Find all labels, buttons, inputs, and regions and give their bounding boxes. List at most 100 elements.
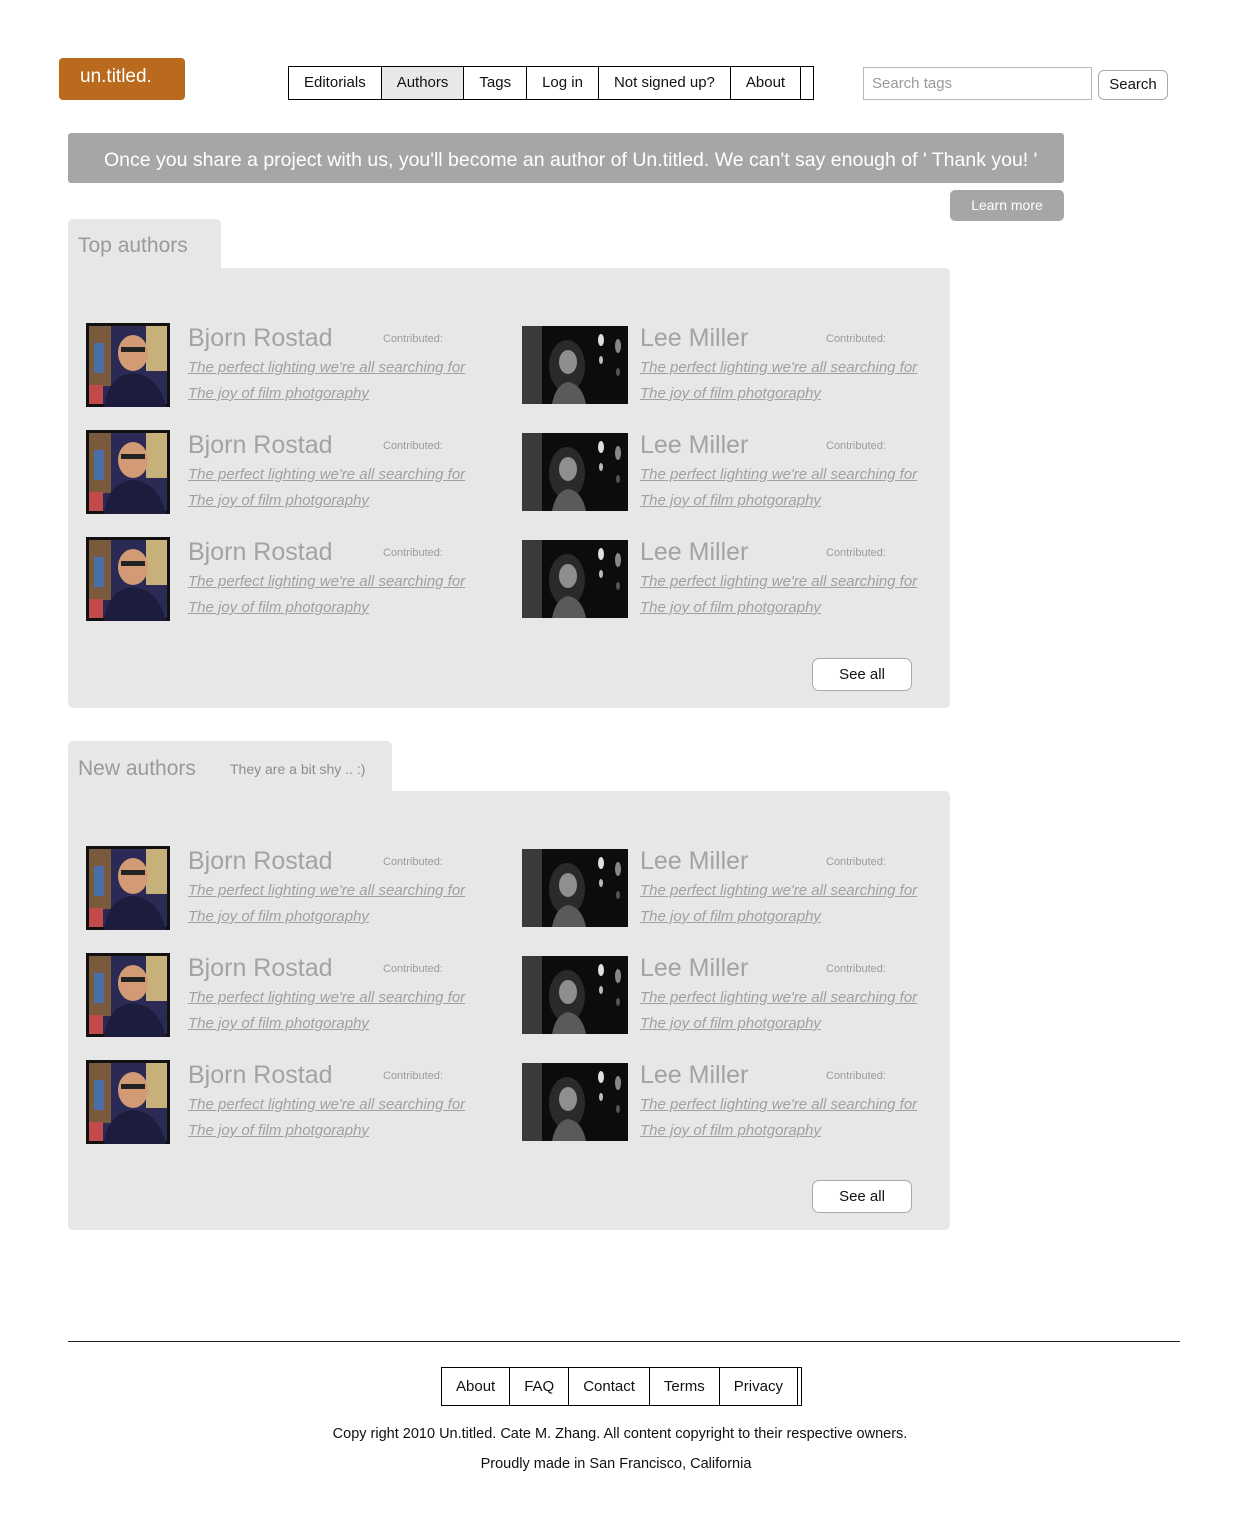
author-avatar[interactable]	[522, 540, 628, 618]
author-name[interactable]: Lee Miller	[640, 324, 748, 353]
author-card: Lee Miller Contributed: The perfect lighti…	[522, 1060, 942, 1150]
work-link[interactable]: The joy of film photgoraphy	[188, 385, 369, 402]
copyright-text: Copy right 2010 Un.titled. Cate M. Zhang…	[332, 1426, 908, 1442]
site-logo[interactable]: un.titled.	[59, 58, 185, 100]
footer-about-link[interactable]: About	[442, 1368, 511, 1405]
contributed-label: Contributed:	[383, 856, 443, 868]
author-name[interactable]: Bjorn Rostad	[188, 1061, 333, 1090]
work-link[interactable]: The perfect lighting we're all searching…	[640, 359, 917, 376]
author-card: Lee Miller Contributed: The perfect lighti…	[522, 323, 942, 413]
nav-about[interactable]: About	[731, 67, 802, 99]
contributed-label: Contributed:	[826, 856, 886, 868]
author-card: Bjorn Rostad Contributed: The perfect ligh…	[86, 1060, 506, 1150]
work-link[interactable]: The joy of film photgoraphy	[640, 1122, 821, 1139]
work-link[interactable]: The perfect lighting we're all searching…	[640, 1096, 917, 1113]
author-avatar[interactable]	[86, 846, 170, 930]
author-card: Lee Miller Contributed: The perfect lighti…	[522, 953, 942, 1043]
work-link[interactable]: The joy of film photgoraphy	[188, 492, 369, 509]
author-avatar[interactable]	[522, 326, 628, 404]
footer-terms-link[interactable]: Terms	[650, 1368, 720, 1405]
author-card: Bjorn Rostad Contributed: The perfect ligh…	[86, 846, 506, 936]
author-name[interactable]: Bjorn Rostad	[188, 324, 333, 353]
info-banner: Once you share a project with us, you'll…	[68, 133, 1064, 183]
author-name[interactable]: Bjorn Rostad	[188, 538, 333, 567]
author-card: Lee Miller Contributed: The perfect lighti…	[522, 846, 942, 936]
nav-log-in[interactable]: Log in	[527, 67, 599, 99]
author-avatar[interactable]	[522, 433, 628, 511]
work-link[interactable]: The perfect lighting we're all searching…	[188, 359, 465, 376]
author-avatar[interactable]	[522, 849, 628, 927]
contributed-label: Contributed:	[826, 547, 886, 559]
contributed-label: Contributed:	[383, 440, 443, 452]
banner-text: Once you share a project with us, you'll…	[104, 149, 1038, 171]
work-link[interactable]: The perfect lighting we're all searching…	[188, 882, 465, 899]
author-avatar[interactable]	[522, 1063, 628, 1141]
work-link[interactable]: The joy of film photgoraphy	[640, 599, 821, 616]
work-link[interactable]: The joy of film photgoraphy	[188, 1015, 369, 1032]
contributed-label: Contributed:	[383, 333, 443, 345]
contributed-label: Contributed:	[383, 547, 443, 559]
search-tags-input[interactable]	[863, 67, 1092, 100]
work-link[interactable]: The joy of film photgoraphy	[188, 1122, 369, 1139]
top-authors-panel: Bjorn Rostad Contributed: The perfect ligh…	[68, 268, 950, 708]
author-name[interactable]: Bjorn Rostad	[188, 847, 333, 876]
work-link[interactable]: The joy of film photgoraphy	[640, 492, 821, 509]
author-name[interactable]: Lee Miller	[640, 847, 748, 876]
work-link[interactable]: The perfect lighting we're all searching…	[640, 466, 917, 483]
footer-divider	[68, 1341, 1180, 1342]
work-link[interactable]: The joy of film photgoraphy	[640, 385, 821, 402]
work-link[interactable]: The joy of film photgoraphy	[640, 908, 821, 925]
top-authors-title: Top authors	[78, 234, 188, 257]
author-card: Bjorn Rostad Contributed: The perfect ligh…	[86, 537, 506, 627]
work-link[interactable]: The perfect lighting we're all searching…	[188, 1096, 465, 1113]
new-authors-title: New authors	[78, 757, 196, 780]
work-link[interactable]: The joy of film photgoraphy	[188, 908, 369, 925]
author-name[interactable]: Lee Miller	[640, 431, 748, 460]
top-authors-see-all-button[interactable]: See all	[812, 658, 912, 691]
author-name[interactable]: Bjorn Rostad	[188, 431, 333, 460]
author-name[interactable]: Bjorn Rostad	[188, 954, 333, 983]
new-authors-see-all-button[interactable]: See all	[812, 1180, 912, 1213]
search-button[interactable]: Search	[1098, 70, 1168, 100]
author-avatar[interactable]	[86, 430, 170, 514]
author-name[interactable]: Lee Miller	[640, 954, 748, 983]
author-name[interactable]: Lee Miller	[640, 1061, 748, 1090]
footer-nav: About FAQ Contact Terms Privacy	[441, 1367, 802, 1406]
author-avatar[interactable]	[86, 323, 170, 407]
contributed-label: Contributed:	[383, 1070, 443, 1082]
nav-editorials[interactable]: Editorials	[289, 67, 382, 99]
author-avatar[interactable]	[86, 953, 170, 1037]
nav-authors[interactable]: Authors	[381, 67, 465, 99]
footer-nav-divider	[798, 1368, 801, 1405]
contributed-label: Contributed:	[826, 440, 886, 452]
author-card: Bjorn Rostad Contributed: The perfect ligh…	[86, 953, 506, 1043]
footer-privacy-link[interactable]: Privacy	[720, 1368, 798, 1405]
learn-more-button[interactable]: Learn more	[950, 190, 1064, 221]
work-link[interactable]: The perfect lighting we're all searching…	[188, 466, 465, 483]
author-card: Lee Miller Contributed: The perfect lighti…	[522, 537, 942, 627]
author-card: Lee Miller Contributed: The perfect lighti…	[522, 430, 942, 520]
nav-divider	[801, 67, 813, 99]
author-avatar[interactable]	[86, 537, 170, 621]
contributed-label: Contributed:	[383, 963, 443, 975]
work-link[interactable]: The perfect lighting we're all searching…	[640, 573, 917, 590]
contributed-label: Contributed:	[826, 1070, 886, 1082]
author-name[interactable]: Lee Miller	[640, 538, 748, 567]
work-link[interactable]: The joy of film photgoraphy	[640, 1015, 821, 1032]
footer-contact-link[interactable]: Contact	[569, 1368, 650, 1405]
work-link[interactable]: The joy of film photgoraphy	[188, 599, 369, 616]
work-link[interactable]: The perfect lighting we're all searching…	[188, 989, 465, 1006]
main-nav: Editorials Authors Tags Log in Not signe…	[288, 66, 815, 100]
contributed-label: Contributed:	[826, 963, 886, 975]
new-authors-tab: New authors They are a bit shy .. :)	[68, 741, 392, 797]
author-card: Bjorn Rostad Contributed: The perfect ligh…	[86, 323, 506, 413]
work-link[interactable]: The perfect lighting we're all searching…	[640, 882, 917, 899]
author-avatar[interactable]	[522, 956, 628, 1034]
nav-tags[interactable]: Tags	[464, 67, 528, 99]
nav-sign-up[interactable]: Not signed up?	[599, 67, 731, 99]
top-authors-tab: Top authors	[68, 219, 221, 275]
author-avatar[interactable]	[86, 1060, 170, 1144]
work-link[interactable]: The perfect lighting we're all searching…	[188, 573, 465, 590]
footer-faq-link[interactable]: FAQ	[510, 1368, 570, 1405]
work-link[interactable]: The perfect lighting we're all searching…	[640, 989, 917, 1006]
